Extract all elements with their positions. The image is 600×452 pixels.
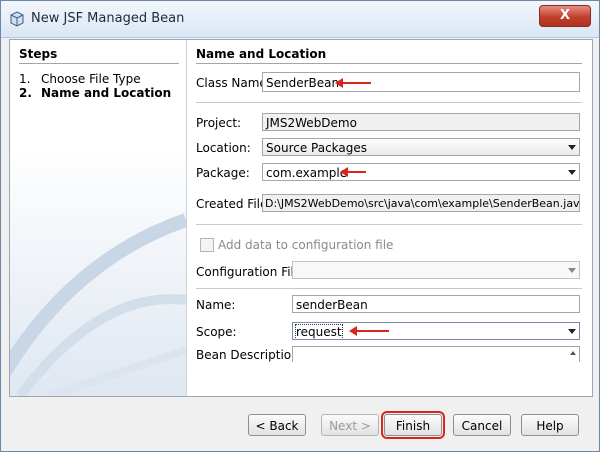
- steps-divider: [19, 63, 179, 64]
- netbeans-cube-icon: [10, 11, 24, 27]
- project-label: Project:: [196, 116, 242, 130]
- title-bar[interactable]: New JSF Managed Bean X: [1, 1, 599, 38]
- chevron-down-icon: [568, 145, 576, 150]
- separator: [196, 288, 582, 289]
- annotation-arrow: [349, 326, 391, 336]
- chevron-down-icon: [568, 170, 576, 175]
- help-button[interactable]: Help: [521, 414, 579, 436]
- name-location-panel: Name and Location Class Name: SenderBean…: [194, 40, 592, 396]
- scope-label: Scope:: [196, 325, 237, 339]
- next-button[interactable]: Next >: [321, 414, 379, 436]
- package-value: com.example: [266, 166, 348, 180]
- package-label: Package:: [196, 166, 250, 180]
- config-file-label: Configuration File:: [196, 265, 306, 279]
- cancel-button[interactable]: Cancel: [453, 414, 511, 436]
- package-combo[interactable]: com.example: [262, 163, 580, 181]
- location-combo[interactable]: Source Packages: [262, 138, 580, 156]
- dialog-window: New JSF Managed Bean X Steps 1. Choose Fi…: [0, 0, 600, 452]
- finish-button[interactable]: Finish: [381, 411, 445, 439]
- chevron-down-icon: [568, 329, 576, 334]
- panel-heading: Name and Location: [196, 47, 327, 61]
- step-item: 1. Choose File Type: [19, 72, 141, 86]
- project-field: JMS2WebDemo: [262, 113, 580, 131]
- step-label: Name and Location: [41, 86, 172, 100]
- name-label: Name:: [196, 298, 236, 312]
- annotation-arrow: [340, 167, 368, 177]
- class-name-input[interactable]: SenderBean: [262, 72, 580, 92]
- step-item-current: 2. Name and Location: [19, 86, 172, 100]
- created-file-field: D:\JMS2WebDemo\src\java\com\example\Send…: [262, 194, 580, 212]
- scope-value: request: [295, 324, 343, 339]
- steps-heading: Steps: [19, 47, 58, 61]
- chevron-down-icon: [568, 268, 576, 273]
- decorative-graphic: [10, 213, 186, 396]
- name-input[interactable]: senderBean: [292, 295, 580, 313]
- scope-combo[interactable]: request: [292, 322, 580, 340]
- window-title: New JSF Managed Bean: [31, 11, 185, 26]
- scroll-up-icon[interactable]: [570, 351, 576, 355]
- close-icon: X: [559, 8, 571, 23]
- annotation-arrow: [335, 78, 373, 88]
- wizard-content: Steps 1. Choose File Type 2. Name and Loca…: [9, 39, 593, 439]
- separator: [196, 102, 582, 103]
- add-config-label: Add data to configuration file: [218, 238, 394, 252]
- location-label: Location:: [196, 141, 251, 155]
- bean-description-textarea[interactable]: [292, 346, 580, 362]
- add-config-checkbox[interactable]: [200, 238, 214, 252]
- config-file-combo[interactable]: [292, 261, 580, 279]
- step-label: Choose File Type: [41, 72, 141, 86]
- back-button[interactable]: < Back: [248, 414, 306, 436]
- panel-divider: [196, 63, 582, 64]
- close-button[interactable]: X: [539, 5, 591, 27]
- created-file-label: Created File:: [196, 197, 272, 211]
- steps-panel: Steps 1. Choose File Type 2. Name and Loca…: [10, 40, 187, 396]
- location-value: Source Packages: [266, 141, 368, 155]
- class-name-label: Class Name:: [196, 76, 271, 90]
- bean-description-label: Bean Description:: [196, 348, 303, 362]
- separator: [196, 224, 582, 225]
